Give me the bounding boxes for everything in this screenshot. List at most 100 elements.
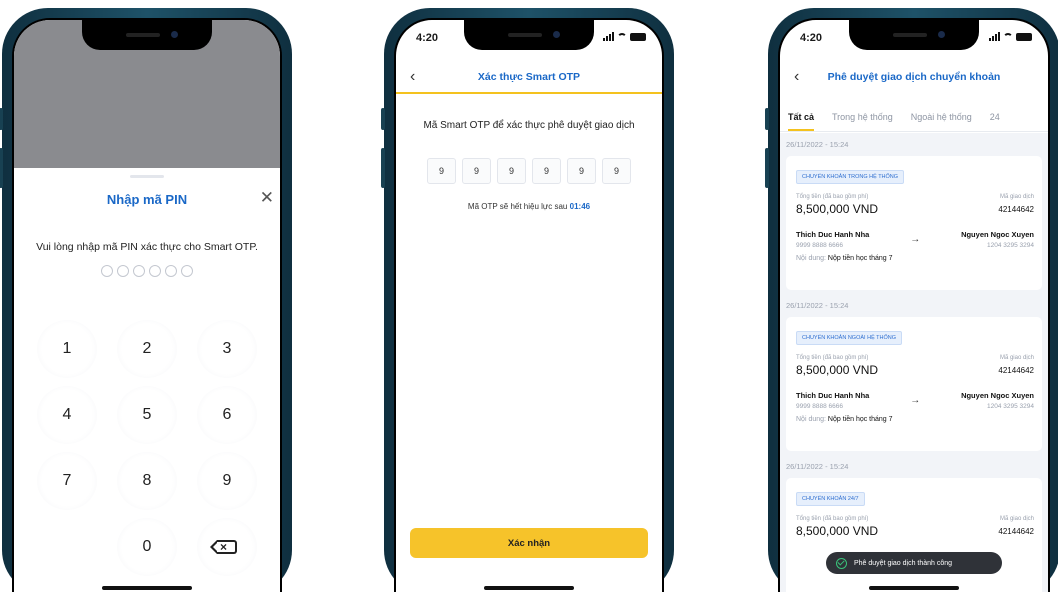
- pin-dot: [101, 265, 113, 277]
- otp-digit: 9: [497, 158, 526, 184]
- pin-dot: [181, 265, 193, 277]
- page-title: Phê duyệt giao dịch chuyển khoản: [827, 71, 1001, 83]
- phone-screen: 4:20 ‹ Phê duyệt giao dịch chuyển khoản …: [778, 18, 1050, 592]
- tab-247[interactable]: 24: [990, 108, 1000, 131]
- phone-screen: Nhập mã PIN ✕ Vui lòng nhập mã PIN xác t…: [12, 18, 282, 592]
- camera-icon: [553, 31, 560, 38]
- screen-content: Nhập mã PIN ✕ Vui lòng nhập mã PIN xác t…: [14, 20, 280, 592]
- date-header: 26/11/2022 - 15:24: [786, 462, 849, 471]
- transfer-type-badge: CHUYỂN KHOẢN TRONG HỆ THỐNG: [796, 170, 905, 184]
- amount-label: Tổng tiền (đã bao gồm phí): [796, 516, 869, 522]
- arrow-right-icon: →: [910, 395, 921, 406]
- txid-value: 42144642: [998, 526, 1034, 536]
- otp-digit: 9: [532, 158, 561, 184]
- screen-content: 4:20 ‹ Phê duyệt giao dịch chuyển khoản …: [780, 20, 1048, 592]
- otp-description: Mã Smart OTP để xác thực phê duyệt giao …: [423, 120, 635, 131]
- otp-digit: 9: [567, 158, 596, 184]
- signal-icon: [989, 32, 1000, 41]
- home-indicator[interactable]: [484, 586, 574, 590]
- key-8[interactable]: 8: [117, 452, 177, 510]
- tab-internal[interactable]: Trong hệ thống: [832, 108, 893, 131]
- amount-label: Tổng tiền (đã bao gồm phí): [796, 194, 869, 200]
- phone-frame-approval: 4:20 ‹ Phê duyệt giao dịch chuyển khoản …: [765, 8, 1058, 592]
- key-0[interactable]: 0: [117, 518, 177, 576]
- content-value: Nộp tiền học tháng 7: [827, 416, 893, 423]
- transfer-content: Nội dung: Nộp tiền học tháng 7: [796, 255, 1034, 262]
- key-1[interactable]: 1: [37, 320, 97, 378]
- otp-code: 9 9 9 9 9 9: [396, 158, 662, 184]
- key-6[interactable]: 6: [197, 386, 257, 444]
- key-empty: [37, 518, 97, 576]
- key-3[interactable]: 3: [197, 320, 257, 378]
- key-4[interactable]: 4: [37, 386, 97, 444]
- transfer-type-badge: CHUYỂN KHOẢN NGOÀI HỆ THỐNG: [796, 331, 903, 345]
- tab-all[interactable]: Tất cả: [788, 108, 815, 131]
- txid-label: Mã giao dịch: [999, 194, 1034, 200]
- confirm-button[interactable]: Xác nhận: [410, 528, 648, 558]
- recipient: Nguyen Ngoc Xuyen 1204 3295 3294: [961, 391, 1034, 410]
- key-9[interactable]: 9: [197, 452, 257, 510]
- otp-digit: 9: [602, 158, 631, 184]
- key-7[interactable]: 7: [37, 452, 97, 510]
- pin-dot: [165, 265, 177, 277]
- recipient: Nguyen Ngoc Xuyen 1204 3295 3294: [961, 230, 1034, 249]
- wifi-icon: [617, 32, 627, 41]
- speaker: [508, 33, 542, 37]
- otp-expire-text: Mã OTP sẽ hết hiệu lực sau 01:46: [396, 202, 662, 211]
- status-time: 4:20: [800, 32, 823, 44]
- phone-button: [381, 148, 385, 188]
- screen-content: 4:20 ‹ Xác thực Smart OTP Mã Smart OTP đ…: [396, 20, 662, 592]
- sender-name: Thich Duc Hanh Nha: [796, 391, 870, 400]
- txid-label: Mã giao dịch: [999, 516, 1034, 522]
- sender-name: Thich Duc Hanh Nha: [796, 230, 870, 239]
- wifi-icon: [1003, 32, 1013, 41]
- notch: [464, 20, 594, 50]
- battery-icon: [1016, 32, 1032, 41]
- amount-label: Tổng tiền (đã bao gồm phí): [796, 355, 869, 361]
- transfer-content: Nội dung: Nộp tiền học tháng 7: [796, 416, 1034, 423]
- expire-countdown: 01:46: [569, 202, 591, 211]
- home-indicator[interactable]: [102, 586, 192, 590]
- txid-value: 42144642: [998, 204, 1034, 214]
- home-indicator[interactable]: [869, 586, 959, 590]
- phone-screen: 4:20 ‹ Xác thực Smart OTP Mã Smart OTP đ…: [394, 18, 664, 592]
- status-icons: [989, 32, 1032, 41]
- pin-dot: [117, 265, 129, 277]
- success-toast: Phê duyệt giao dịch thành công: [826, 552, 1002, 574]
- camera-icon: [938, 31, 945, 38]
- pin-dot: [133, 265, 145, 277]
- date-header: 26/11/2022 - 15:24: [786, 140, 849, 149]
- pin-dots: [14, 265, 280, 277]
- transaction-list[interactable]: 26/11/2022 - 15:24 CHUYỂN KHOẢN TRONG HỆ…: [780, 133, 1048, 592]
- numeric-keypad: 1 2 3 4 5 6 7 8 9 0 ×: [36, 320, 258, 576]
- transaction-card[interactable]: CHUYỂN KHOẢN NGOÀI HỆ THỐNG Tổng tiền (đ…: [786, 317, 1042, 451]
- transfer-type-badge: CHUYỂN KHOẢN 24/7: [796, 492, 865, 506]
- transaction-card[interactable]: CHUYỂN KHOẢN TRONG HỆ THỐNG Tổng tiền (đ…: [786, 156, 1042, 290]
- content-value: Nộp tiền học tháng 7: [827, 255, 893, 262]
- arrow-right-icon: →: [910, 234, 921, 245]
- check-circle-icon: [836, 557, 847, 569]
- key-5[interactable]: 5: [117, 386, 177, 444]
- sender: Thich Duc Hanh Nha 9999 8888 6666: [796, 230, 869, 249]
- pin-instruction: Vui lòng nhập mã PIN xác thực cho Smart …: [36, 241, 258, 253]
- speaker: [893, 33, 927, 37]
- expire-label: Mã OTP sẽ hết hiệu lực sau: [467, 202, 568, 211]
- key-2[interactable]: 2: [117, 320, 177, 378]
- txid-value: 42144642: [998, 365, 1034, 375]
- sheet-grabber[interactable]: [130, 175, 164, 178]
- pin-bottom-sheet: Nhập mã PIN ✕ Vui lòng nhập mã PIN xác t…: [14, 168, 280, 592]
- phone-button: [765, 108, 769, 130]
- tab-external[interactable]: Ngoài hệ thống: [911, 108, 972, 131]
- txid-label: Mã giao dịch: [999, 355, 1034, 361]
- amount-value: 8,500,000 VND: [796, 363, 879, 377]
- nav-bar: ‹ Xác thực Smart OTP: [396, 60, 662, 94]
- otp-digit: 9: [462, 158, 491, 184]
- close-icon[interactable]: ✕: [260, 188, 274, 208]
- backspace-button[interactable]: ×: [197, 518, 257, 576]
- date-header: 26/11/2022 - 15:24: [786, 301, 849, 310]
- pin-dot: [149, 265, 161, 277]
- camera-icon: [171, 31, 178, 38]
- transaction-card[interactable]: CHUYỂN KHOẢN 24/7 Tổng tiền (đã bao gồm …: [786, 478, 1042, 592]
- content-label: Nội dung:: [796, 255, 826, 262]
- speaker: [126, 33, 160, 37]
